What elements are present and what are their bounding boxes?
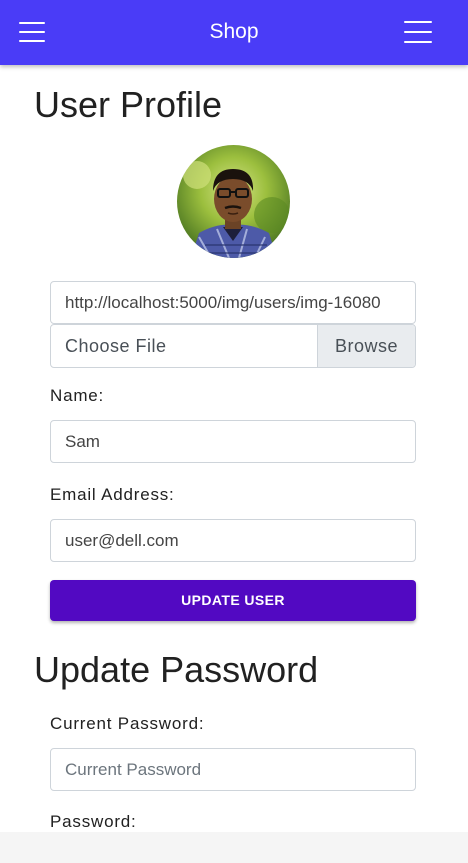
current-password-input[interactable]: Current Password — [50, 748, 416, 791]
page-title: User Profile — [34, 84, 223, 125]
app-title: Shop — [209, 20, 259, 43]
profile-page: User Profile http://localhost:5000/img/u… — [0, 65, 468, 832]
name-label: Name: — [50, 386, 105, 405]
update-user-button[interactable]: UPDATE USER — [50, 580, 416, 621]
file-upload[interactable]: Choose File Browse — [50, 324, 416, 368]
name-field[interactable]: Sam — [50, 420, 416, 463]
avatar — [177, 145, 290, 258]
image-url-field[interactable]: http://localhost:5000/img/users/img-1608… — [50, 281, 416, 324]
app-bar: Shop — [0, 0, 468, 65]
browse-button[interactable]: Browse — [317, 325, 415, 367]
password-label: Password: — [50, 812, 137, 831]
update-password-heading: Update Password — [34, 649, 319, 690]
avatar-photo — [177, 145, 290, 258]
menu-icon-right[interactable] — [404, 21, 432, 43]
file-upload-label: Choose File — [65, 336, 167, 356]
current-password-label: Current Password: — [50, 714, 205, 733]
email-label: Email Address: — [50, 485, 175, 504]
email-field[interactable]: user@dell.com — [50, 519, 416, 562]
